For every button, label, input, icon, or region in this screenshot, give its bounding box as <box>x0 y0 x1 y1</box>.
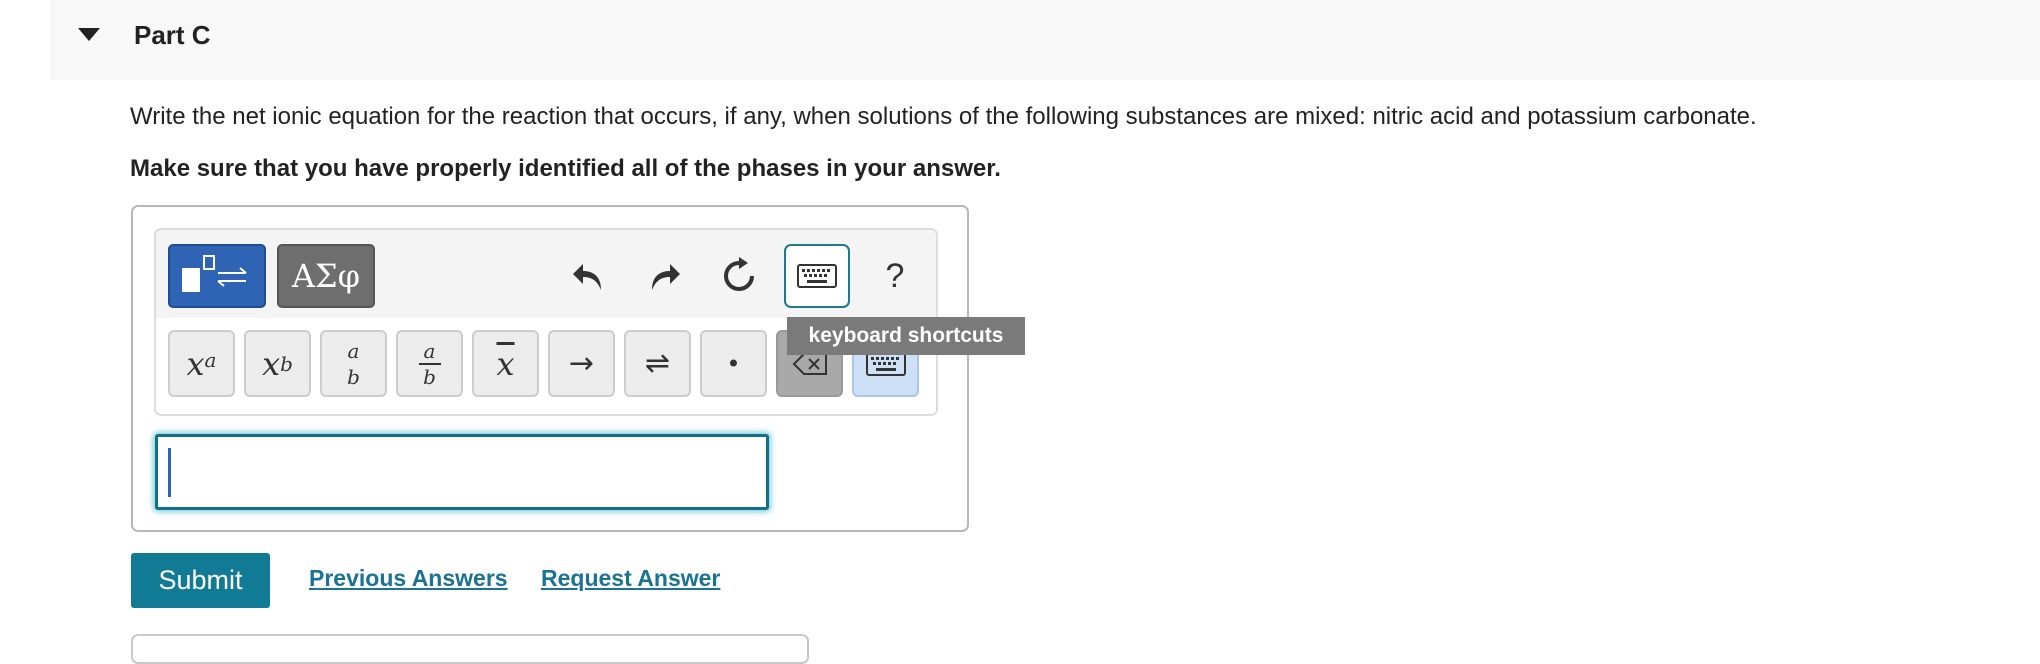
part-header: Part C <box>50 0 2040 80</box>
key-bottom: b <box>347 364 360 389</box>
keyboard-shortcuts-button[interactable] <box>784 244 850 308</box>
help-button[interactable]: ? <box>862 244 928 308</box>
reset-icon <box>724 257 754 291</box>
text-caret <box>168 448 171 497</box>
subscript-key[interactable]: xb <box>244 330 311 397</box>
templates-equilibrium-icon <box>182 255 247 292</box>
submit-button[interactable]: Submit <box>131 553 270 608</box>
key-base: x <box>186 344 205 383</box>
previous-answers-link[interactable]: Previous Answers <box>309 565 508 592</box>
reset-button[interactable] <box>706 244 772 308</box>
superscript-key[interactable]: xa <box>168 330 235 397</box>
fraction-key[interactable]: a b <box>396 330 463 397</box>
key-numerator: a <box>423 338 436 363</box>
collapse-arrow-icon[interactable] <box>78 28 100 41</box>
key-base: x <box>262 344 281 383</box>
undo-icon <box>573 264 601 290</box>
question-text: Write the net ionic equation for the rea… <box>130 103 1757 130</box>
next-section-box <box>131 634 809 664</box>
keyboard-icon <box>797 264 837 288</box>
keyboard-icon <box>865 351 906 376</box>
stacked-key[interactable]: a b <box>320 330 387 397</box>
instruction-text: Make sure that you have properly identif… <box>130 155 1001 182</box>
arrow-key[interactable]: → <box>548 330 615 397</box>
redo-button[interactable] <box>631 244 697 308</box>
part-title: Part C <box>134 20 211 50</box>
request-answer-link[interactable]: Request Answer <box>541 565 720 592</box>
key-subscript: b <box>280 351 293 376</box>
key-top: a <box>347 338 360 363</box>
overline-key[interactable]: x <box>472 330 539 397</box>
key-base: x <box>496 344 515 383</box>
equilibrium-key[interactable]: ⇌ <box>624 330 691 397</box>
key-denominator: b <box>423 364 436 389</box>
undo-button[interactable] <box>556 244 622 308</box>
key-exponent: a <box>204 347 217 372</box>
templates-mode-button[interactable] <box>168 244 266 308</box>
symbols-mode-button[interactable]: ΑΣφ <box>277 244 375 308</box>
dot-key[interactable]: • <box>700 330 767 397</box>
redo-icon <box>652 264 680 290</box>
answer-input[interactable] <box>155 434 769 510</box>
keyboard-shortcuts-tooltip: keyboard shortcuts <box>787 317 1025 355</box>
